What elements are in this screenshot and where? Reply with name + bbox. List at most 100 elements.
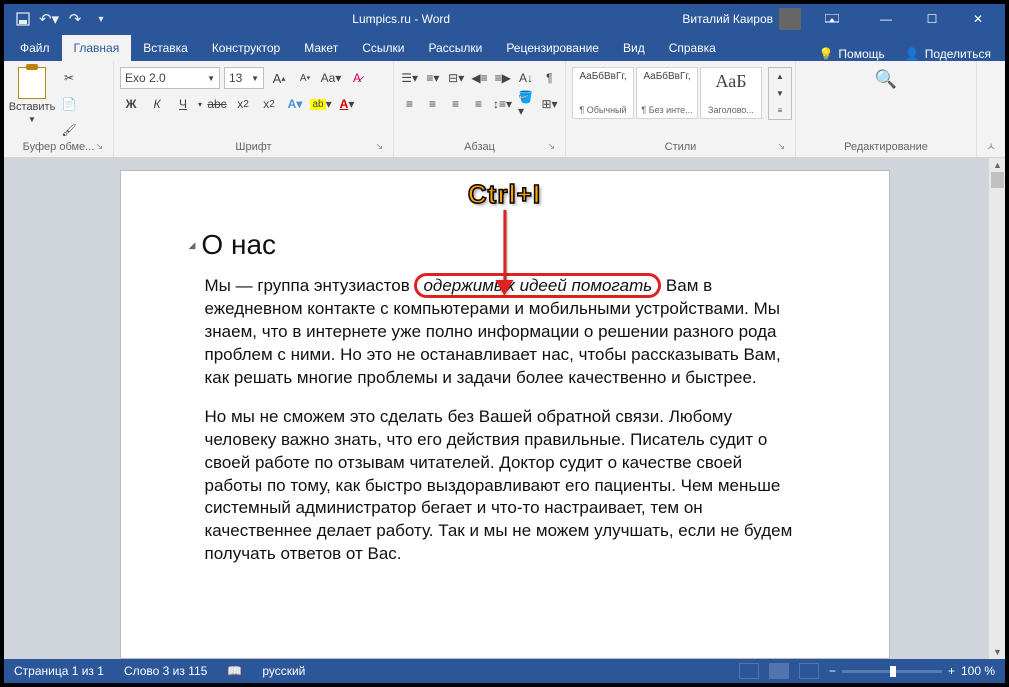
paragraph-launcher[interactable]: ↘ [547, 141, 555, 152]
user-account[interactable]: Виталий Каиров [682, 8, 801, 30]
line-spacing-button[interactable]: ↕≡▾ [492, 93, 513, 115]
borders-button[interactable]: ⊞▾ [540, 93, 559, 115]
find-icon[interactable]: 🔍 [875, 69, 897, 90]
tab-review[interactable]: Рецензирование [494, 35, 611, 61]
web-layout-button[interactable] [799, 663, 819, 679]
window-title: Lumpics.ru - Word [120, 12, 682, 26]
tab-view[interactable]: Вид [611, 35, 657, 61]
clear-formatting-button[interactable]: A̷ [346, 67, 368, 89]
tab-home[interactable]: Главная [62, 35, 132, 61]
spellcheck-icon[interactable]: 📖 [227, 664, 242, 678]
save-icon[interactable] [16, 12, 30, 26]
tab-references[interactable]: Ссылки [350, 35, 416, 61]
collapse-ribbon-button[interactable]: ㅅ [977, 61, 1005, 157]
page[interactable]: Ctrl+I О нас Мы — группа энтузиастов оде… [120, 170, 890, 659]
group-clipboard-label: Буфер обме... [23, 141, 95, 153]
group-font-label: Шрифт [235, 141, 271, 153]
vertical-scrollbar[interactable]: ▲ ▼ [988, 158, 1005, 659]
word-count[interactable]: Слово 3 из 115 [124, 664, 207, 678]
font-name-combo[interactable]: Exo 2.0▼ [120, 67, 220, 89]
tab-help[interactable]: Справка [657, 35, 728, 61]
tab-file[interactable]: Файл [8, 35, 62, 61]
statusbar: Страница 1 из 1 Слово 3 из 115 📖 русский… [4, 659, 1005, 683]
highlight-button[interactable]: ab▾ [310, 93, 332, 115]
font-launcher[interactable]: ↘ [375, 141, 383, 152]
decrease-indent-button[interactable]: ◀≡ [470, 67, 489, 89]
font-color-button[interactable]: A▾ [336, 93, 358, 115]
group-editing-label: Редактирование [844, 141, 928, 153]
multilevel-button[interactable]: ⊟▾ [447, 67, 466, 89]
read-mode-button[interactable] [739, 663, 759, 679]
styles-launcher[interactable]: ↘ [777, 141, 785, 152]
close-button[interactable]: ✕ [955, 4, 1001, 34]
doc-paragraph-2[interactable]: Но мы не сможем это сделать без Вашей об… [205, 406, 805, 567]
annotation-overlay: Ctrl+I [468, 179, 541, 296]
clipboard-icon [18, 67, 46, 99]
undo-icon[interactable]: ↶▾ [42, 12, 56, 26]
ribbon: Вставить ▼ ✂ 📄 🖌 Буфер обме...↘ Exo 2.0▼… [4, 61, 1005, 158]
qat-more-icon[interactable]: ▾ [94, 12, 108, 26]
ribbon-options-button[interactable] [809, 4, 855, 34]
bullets-button[interactable]: ☰▾ [400, 67, 419, 89]
zoom-slider[interactable] [842, 670, 942, 673]
style-heading[interactable]: АаБЗаголово... [700, 67, 762, 119]
redo-icon[interactable]: ↷ [68, 12, 82, 26]
zoom-out-button[interactable]: − [829, 664, 836, 678]
format-painter-button[interactable]: 🖌 [58, 119, 80, 141]
align-center-button[interactable]: ≡ [423, 93, 442, 115]
zoom-in-button[interactable]: + [948, 664, 955, 678]
align-right-button[interactable]: ≡ [446, 93, 465, 115]
group-paragraph-label: Абзац [464, 141, 495, 153]
styles-scroll-down[interactable]: ▼ [769, 85, 791, 102]
scroll-thumb[interactable] [991, 172, 1004, 188]
styles-more[interactable]: ≡ [769, 102, 791, 119]
grow-font-button[interactable]: A▴ [268, 67, 290, 89]
strikethrough-button[interactable]: abc [206, 93, 228, 115]
italic-button[interactable]: К [146, 93, 168, 115]
copy-button[interactable]: 📄 [58, 93, 80, 115]
document-area: Ctrl+I О нас Мы — группа энтузиастов оде… [4, 158, 1005, 659]
minimize-button[interactable]: — [863, 4, 909, 34]
zoom-level[interactable]: 100 % [961, 664, 995, 678]
paste-button[interactable]: Вставить ▼ [10, 63, 54, 124]
user-name: Виталий Каиров [682, 12, 773, 26]
text-effects-button[interactable]: A▾ [284, 93, 306, 115]
bold-button[interactable]: Ж [120, 93, 142, 115]
shading-button[interactable]: 🪣▾ [517, 93, 536, 115]
tab-mailings[interactable]: Рассылки [416, 35, 494, 61]
increase-indent-button[interactable]: ≡▶ [493, 67, 512, 89]
style-normal[interactable]: АаБбВвГг,¶ Обычный [572, 67, 634, 119]
tellme-button[interactable]: 💡Помощь [818, 47, 884, 61]
group-styles-label: Стили [665, 141, 697, 153]
styles-scroll-up[interactable]: ▲ [769, 68, 791, 85]
scroll-down-arrow[interactable]: ▼ [989, 645, 1005, 659]
annotation-label: Ctrl+I [468, 179, 541, 210]
share-icon: 👤 [905, 47, 920, 61]
avatar [779, 8, 801, 30]
align-left-button[interactable]: ≡ [400, 93, 419, 115]
clipboard-launcher[interactable]: ↘ [95, 141, 103, 152]
maximize-button[interactable]: ☐ [909, 4, 955, 34]
justify-button[interactable]: ≡ [469, 93, 488, 115]
numbering-button[interactable]: ≡▾ [423, 67, 442, 89]
scroll-up-arrow[interactable]: ▲ [989, 158, 1005, 172]
superscript-button[interactable]: x2 [258, 93, 280, 115]
print-layout-button[interactable] [769, 663, 789, 679]
tab-design[interactable]: Конструктор [200, 35, 292, 61]
page-indicator[interactable]: Страница 1 из 1 [14, 664, 104, 678]
ribbon-tabs: Файл Главная Вставка Конструктор Макет С… [4, 34, 1005, 61]
share-button[interactable]: 👤Поделиться [905, 47, 991, 61]
tab-layout[interactable]: Макет [292, 35, 350, 61]
shrink-font-button[interactable]: A▾ [294, 67, 316, 89]
change-case-button[interactable]: Aa▾ [320, 67, 342, 89]
titlebar: ↶▾ ↷ ▾ Lumpics.ru - Word Виталий Каиров … [4, 4, 1005, 34]
style-no-spacing[interactable]: АаБбВвГг,¶ Без инте... [636, 67, 698, 119]
cut-button[interactable]: ✂ [58, 67, 80, 89]
tab-insert[interactable]: Вставка [131, 35, 200, 61]
subscript-button[interactable]: x2 [232, 93, 254, 115]
sort-button[interactable]: A↓ [516, 67, 535, 89]
language-indicator[interactable]: русский [262, 664, 305, 678]
show-marks-button[interactable]: ¶ [540, 67, 559, 89]
underline-button[interactable]: Ч [172, 93, 194, 115]
font-size-combo[interactable]: 13▼ [224, 67, 264, 89]
